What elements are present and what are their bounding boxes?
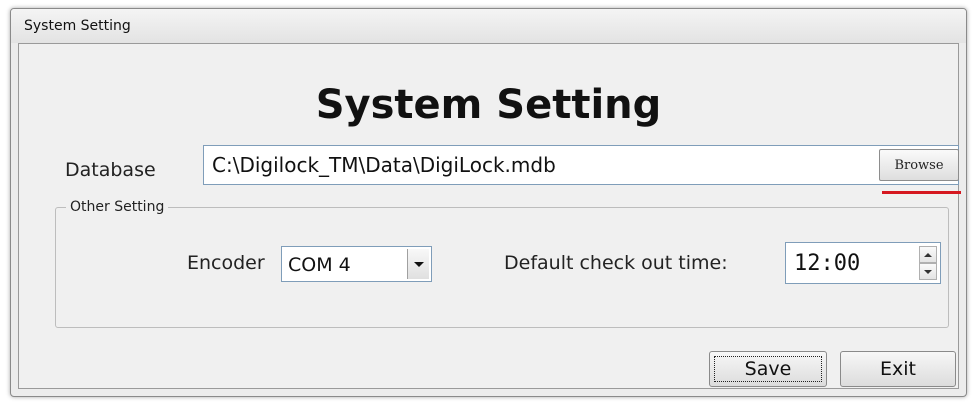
page-title: System Setting [315,82,662,128]
time-spinner [919,246,937,280]
system-setting-window: System Setting System Setting Database C… [10,8,967,397]
arrow-up-icon [924,252,932,257]
encoder-selected-value: COM 4 [288,254,351,276]
exit-button-label: Exit [880,358,916,380]
save-button[interactable]: Save [709,351,827,387]
checkout-time-label: Default check out time: [504,252,728,274]
dialog-body: System Setting Database C:\Digilock_TM\D… [18,43,961,389]
arrow-down-icon [924,269,932,274]
browse-underline-annotation [882,191,961,194]
database-label: Database [65,159,156,181]
encoder-select[interactable]: COM 4 [281,246,432,282]
browse-button[interactable]: Browse [879,149,959,181]
spin-up-button[interactable] [919,246,937,263]
checkout-time-value[interactable]: 12:00 [794,251,860,276]
encoder-label: Encoder [187,252,265,274]
chevron-down-icon[interactable] [407,249,429,279]
checkout-time-stepper[interactable]: 12:00 [785,242,941,284]
spin-down-button[interactable] [919,263,937,280]
title-bar[interactable]: System Setting [11,9,966,43]
exit-button[interactable]: Exit [840,351,956,387]
other-setting-legend: Other Setting [70,199,165,215]
database-path-field[interactable]: C:\Digilock_TM\Data\DigiLock.mdb [203,145,959,185]
focus-rectangle [714,356,822,382]
window-title: System Setting [24,18,131,34]
